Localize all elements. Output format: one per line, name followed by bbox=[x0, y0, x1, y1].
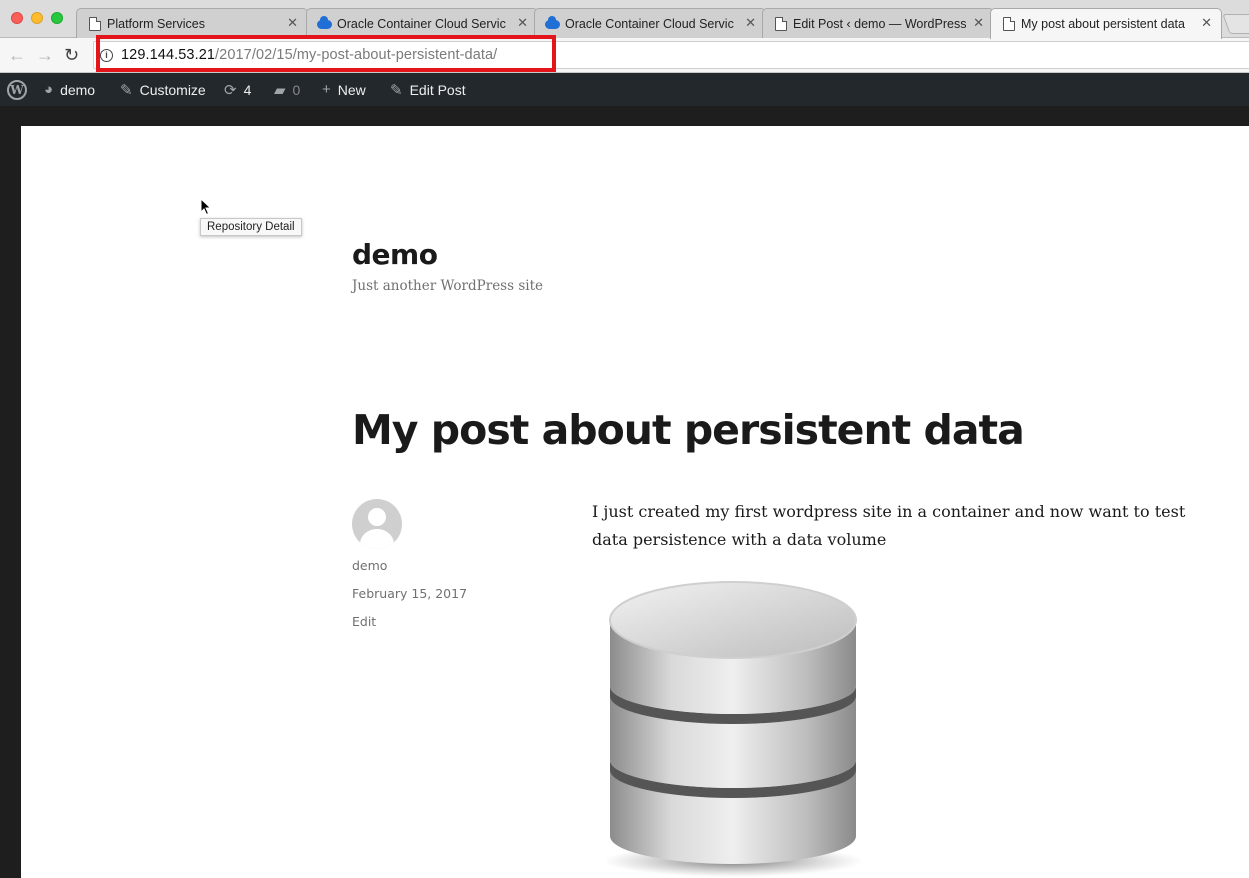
reload-icon[interactable]: ↻ bbox=[64, 45, 79, 65]
dashboard-icon: ◕ bbox=[44, 81, 54, 98]
cloud-icon bbox=[545, 16, 560, 29]
wp-admin-bar: W ◕ demo ✎ Customize ⟳ 4 ▰ 0 + New ✎ Edi… bbox=[0, 73, 1249, 106]
page-content: demo Just another WordPress site My post… bbox=[21, 126, 1249, 878]
tab-title: Platform Services bbox=[107, 16, 205, 31]
page-icon bbox=[89, 17, 101, 31]
post-body: I just created my first wordpress site i… bbox=[592, 502, 1186, 549]
post-title: My post about persistent data bbox=[352, 406, 1025, 454]
close-window-button[interactable] bbox=[11, 12, 23, 24]
site-title[interactable]: demo bbox=[352, 238, 438, 271]
database-icon bbox=[603, 581, 863, 877]
tab-title: Oracle Container Cloud Servic bbox=[565, 16, 734, 31]
close-tab-icon[interactable]: ✕ bbox=[1201, 15, 1212, 31]
wordpress-logo-icon[interactable]: W bbox=[7, 73, 27, 106]
tab-oracle-container-1[interactable]: Oracle Container Cloud Servic ✕ bbox=[306, 8, 538, 38]
back-arrow-icon[interactable]: ← bbox=[8, 45, 26, 65]
plus-icon: + bbox=[322, 81, 331, 98]
page-icon bbox=[1003, 17, 1015, 31]
close-tab-icon[interactable]: ✕ bbox=[517, 15, 528, 31]
page-icon bbox=[775, 17, 787, 31]
admin-bar-edit-post[interactable]: ✎ Edit Post bbox=[390, 73, 466, 106]
edit-post-label: Edit Post bbox=[409, 81, 466, 98]
new-tab-button[interactable] bbox=[1222, 14, 1249, 34]
tab-title: Oracle Container Cloud Servic bbox=[337, 16, 506, 31]
site-name-label: demo bbox=[60, 81, 96, 98]
tooltip: Repository Detail bbox=[200, 218, 302, 236]
close-tab-icon[interactable]: ✕ bbox=[287, 15, 298, 31]
new-label: New bbox=[337, 81, 366, 98]
admin-bar-new[interactable]: + New bbox=[322, 73, 366, 106]
page-frame-left bbox=[0, 106, 21, 878]
admin-bar-comments[interactable]: ▰ 0 bbox=[274, 73, 300, 106]
post-edit-link[interactable]: Edit bbox=[352, 614, 376, 629]
author-avatar[interactable] bbox=[352, 499, 402, 549]
post-date-link[interactable]: February 15, 2017 bbox=[352, 586, 467, 601]
brush-icon: ✎ bbox=[120, 81, 133, 99]
updates-icon: ⟳ bbox=[224, 81, 237, 99]
comments-count: 0 bbox=[292, 81, 301, 98]
site-description: Just another WordPress site bbox=[352, 278, 543, 294]
tab-platform-services[interactable]: Platform Services ✕ bbox=[76, 8, 308, 38]
comment-icon: ▰ bbox=[274, 81, 286, 99]
minimize-window-button[interactable] bbox=[31, 12, 43, 24]
forward-arrow-icon[interactable]: → bbox=[36, 45, 54, 65]
pencil-icon: ✎ bbox=[390, 81, 403, 99]
url-highlight-annotation bbox=[96, 35, 556, 72]
admin-bar-updates[interactable]: ⟳ 4 bbox=[224, 73, 251, 106]
close-tab-icon[interactable]: ✕ bbox=[973, 15, 984, 31]
close-tab-icon[interactable]: ✕ bbox=[745, 15, 756, 31]
zoom-window-button[interactable] bbox=[51, 12, 63, 24]
cloud-icon bbox=[317, 16, 332, 29]
tab-title: Edit Post ‹ demo — WordPress bbox=[793, 16, 967, 31]
admin-bar-site-name[interactable]: ◕ demo bbox=[44, 73, 95, 106]
admin-bar-customize[interactable]: ✎ Customize bbox=[120, 73, 206, 106]
tab-strip: Platform Services ✕ Oracle Container Clo… bbox=[0, 0, 1249, 39]
mouse-cursor-icon bbox=[200, 198, 212, 216]
tab-title: My post about persistent data bbox=[1021, 17, 1185, 31]
page-frame-top bbox=[0, 106, 1249, 126]
updates-count: 4 bbox=[243, 81, 252, 98]
tab-edit-post[interactable]: Edit Post ‹ demo — WordPress ✕ bbox=[762, 8, 994, 38]
post-author-link[interactable]: demo bbox=[352, 558, 387, 573]
tab-my-post[interactable]: My post about persistent data ✕ bbox=[990, 8, 1222, 39]
customize-label: Customize bbox=[139, 81, 206, 98]
tab-oracle-container-2[interactable]: Oracle Container Cloud Servic ✕ bbox=[534, 8, 766, 38]
